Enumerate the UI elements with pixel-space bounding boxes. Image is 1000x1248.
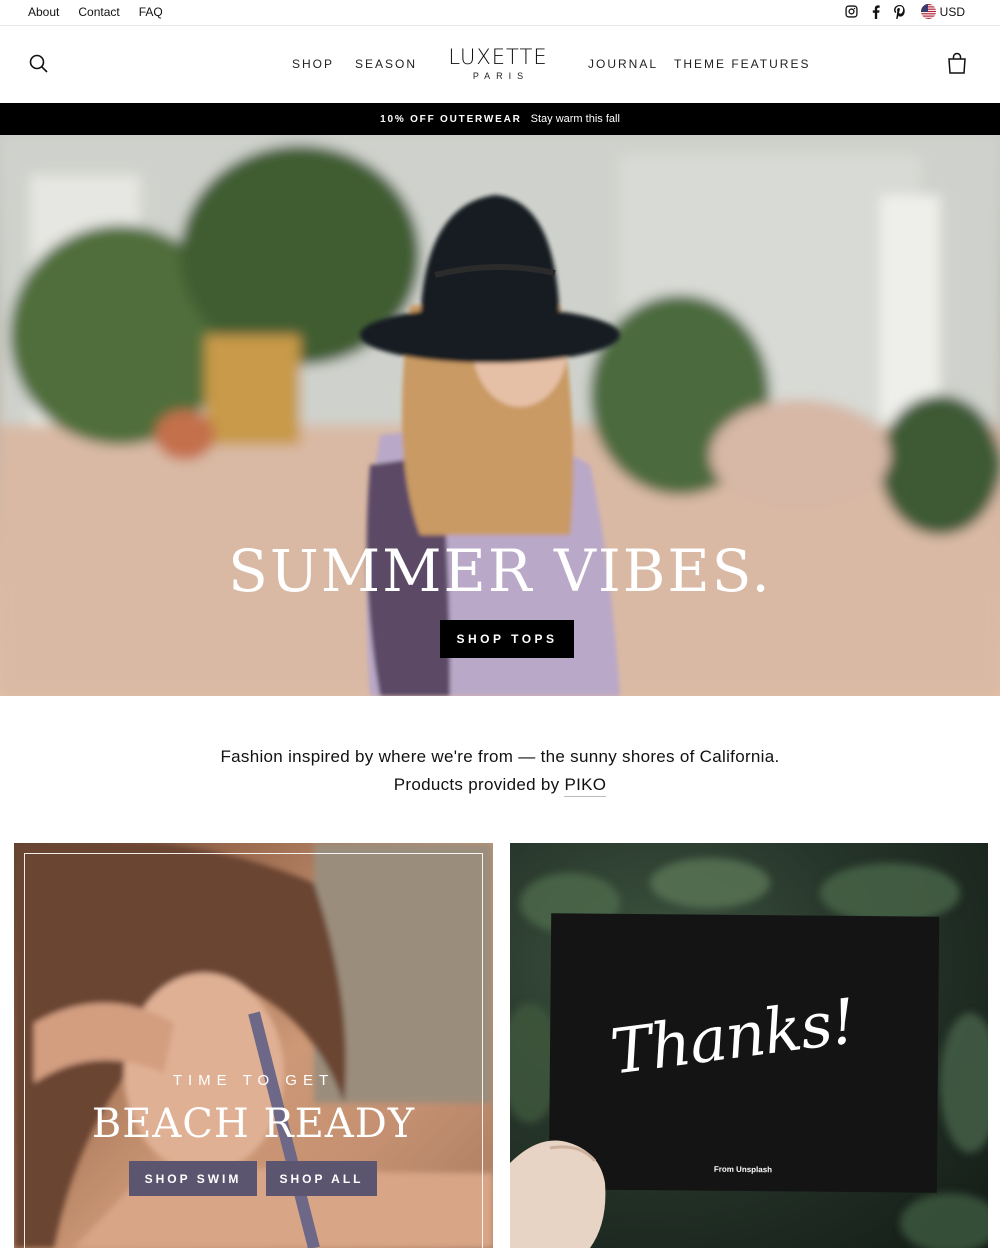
- logo-main: LUXETTE: [448, 45, 548, 69]
- us-flag-icon: [920, 4, 936, 19]
- intro-line-1: Fashion inspired by where we're from — t…: [220, 747, 780, 766]
- nav-journal[interactable]: JOURNAL: [588, 57, 658, 71]
- intro-line-2: Products provided by PIKO: [0, 771, 1000, 799]
- announcement-bar[interactable]: 10% OFF OUTERWEAR Stay warm this fall: [0, 103, 1000, 135]
- intro-line-2-prefix: Products provided by: [393, 775, 565, 794]
- cart-icon[interactable]: [947, 52, 967, 74]
- shop-swim-button[interactable]: SHOP SWIM: [129, 1161, 257, 1196]
- instagram-icon[interactable]: [845, 5, 859, 19]
- promo-thanks[interactable]: Thanks! From Unsplash: [510, 843, 988, 1248]
- logo-sub: PARIS: [472, 71, 530, 81]
- currency-selector[interactable]: USD: [920, 4, 965, 19]
- logo[interactable]: LUXETTE PARIS: [431, 45, 565, 81]
- currency-label: USD: [939, 4, 965, 19]
- facebook-icon[interactable]: [869, 4, 883, 19]
- nav-season[interactable]: SEASON: [355, 57, 417, 71]
- link-contact[interactable]: Contact: [78, 5, 119, 19]
- nav-theme-features[interactable]: THEME FEATURES: [674, 57, 810, 71]
- promo-eyebrow: TIME TO GET: [172, 1072, 335, 1089]
- promo-beach-ready[interactable]: TIME TO GET BEACH READY SHOP SWIM SHOP A…: [14, 843, 493, 1248]
- pinterest-icon[interactable]: [893, 4, 907, 19]
- hero-title: SUMMER VIBES.: [228, 537, 772, 605]
- link-faq[interactable]: FAQ: [139, 5, 163, 19]
- shop-all-button[interactable]: SHOP ALL: [266, 1161, 377, 1196]
- link-about[interactable]: About: [28, 5, 59, 19]
- site-header: SHOP SEASON LUXETTE PARIS JOURNAL THEME …: [0, 26, 1000, 103]
- announcement-bold: 10% OFF OUTERWEAR: [380, 113, 522, 125]
- hand-image: [510, 1140, 606, 1248]
- intro-text: Fashion inspired by where we're from — t…: [0, 743, 1000, 799]
- nav-shop[interactable]: SHOP: [292, 57, 334, 71]
- announcement-text: Stay warm this fall: [530, 113, 620, 125]
- utility-bar: About Contact FAQ USD: [0, 0, 1000, 26]
- promo-heading: BEACH READY: [91, 1101, 416, 1147]
- search-icon[interactable]: [28, 53, 50, 75]
- hero-banner: SUMMER VIBES. SHOP TOPS: [0, 135, 1000, 696]
- shop-tops-button[interactable]: SHOP TOPS: [440, 620, 574, 658]
- utility-right: USD: [845, 4, 965, 19]
- hero-image: [0, 135, 1000, 696]
- piko-link[interactable]: PIKO: [564, 775, 607, 797]
- utility-links: About Contact FAQ: [28, 5, 163, 19]
